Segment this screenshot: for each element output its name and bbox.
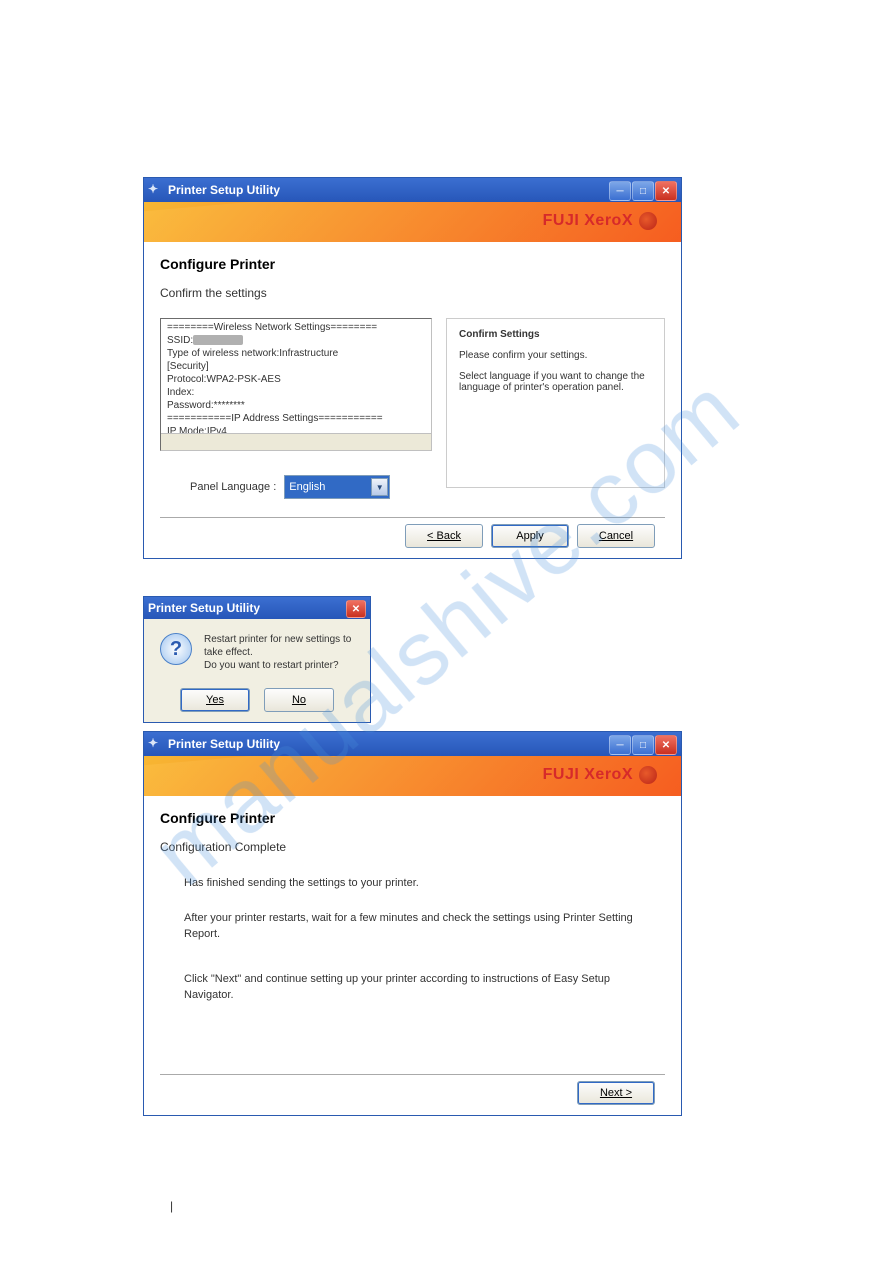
sidebox-line2: Select language if you want to change th… <box>459 371 652 393</box>
dialog-title: Printer Setup Utility <box>148 601 260 615</box>
settings-line: SSID: <box>167 334 425 347</box>
help-sidebox: Confirm Settings Please confirm your set… <box>446 318 665 488</box>
close-button[interactable]: ✕ <box>655 181 677 201</box>
horizontal-scrollbar[interactable] <box>161 433 431 450</box>
footer-mark: | <box>170 1199 173 1213</box>
titlebar: ✦ Printer Setup Utility ─ □ ✕ <box>144 178 681 202</box>
settings-line: Index: <box>167 386 425 399</box>
brand-logo: FUJI XeroX <box>543 766 657 784</box>
window-configure-confirm: ✦ Printer Setup Utility ─ □ ✕ FUJI XeroX… <box>143 177 682 559</box>
sidebox-title: Confirm Settings <box>459 329 652 340</box>
panel-language-label: Panel Language : <box>190 481 276 493</box>
panel-language-select[interactable]: English ▼ <box>284 475 390 499</box>
page-heading: Configure Printer <box>160 256 665 272</box>
sidebox-line1: Please confirm your settings. <box>459 350 652 361</box>
minimize-button[interactable]: ─ <box>609 181 631 201</box>
brand-swirl-icon <box>639 766 657 784</box>
question-icon: ? <box>160 633 192 665</box>
app-icon: ✦ <box>148 736 164 752</box>
dialog-msg-line2: Do you want to restart printer? <box>204 659 354 672</box>
settings-line: Protocol:WPA2-PSK-AES <box>167 373 425 386</box>
page-heading: Configure Printer <box>160 810 665 826</box>
brand-logo: FUJI XeroX <box>543 212 657 230</box>
settings-listbox[interactable]: ========Wireless Network Settings=======… <box>160 318 432 451</box>
yes-button[interactable]: Yes <box>180 688 250 712</box>
cancel-button[interactable]: Cancel <box>577 524 655 548</box>
no-button[interactable]: No <box>264 688 334 712</box>
brand-banner: FUJI XeroX <box>144 756 681 796</box>
settings-line: Type of wireless network:Infrastructure <box>167 347 425 360</box>
restart-dialog: Printer Setup Utility ✕ ? Restart printe… <box>143 596 371 723</box>
settings-line: Password:******** <box>167 399 425 412</box>
settings-line: [Security] <box>167 360 425 373</box>
window-configure-complete: ✦ Printer Setup Utility ─ □ ✕ FUJI XeroX… <box>143 731 682 1116</box>
maximize-button[interactable]: □ <box>632 735 654 755</box>
back-button[interactable]: < Back <box>405 524 483 548</box>
page-subheading: Confirm the settings <box>160 286 665 300</box>
apply-button[interactable]: Apply <box>491 524 569 548</box>
panel-language-value: English <box>289 481 325 493</box>
close-button[interactable]: ✕ <box>346 600 366 618</box>
ssid-redacted <box>193 335 243 345</box>
window-controls: ─ □ ✕ <box>608 181 677 201</box>
brand-banner: FUJI XeroX <box>144 202 681 242</box>
close-button[interactable]: ✕ <box>655 735 677 755</box>
titlebar: ✦ Printer Setup Utility ─ □ ✕ <box>144 732 681 756</box>
window-title: Printer Setup Utility <box>168 737 280 751</box>
settings-line: IP Mode:IPv4 <box>167 425 425 433</box>
chevron-down-icon: ▼ <box>371 478 388 496</box>
next-button[interactable]: Next > <box>577 1081 655 1105</box>
brand-text: FUJI XeroX <box>543 766 633 784</box>
complete-para3: Click "Next" and continue setting up you… <box>184 972 651 1003</box>
window-title: Printer Setup Utility <box>168 183 280 197</box>
complete-para1: Has finished sending the settings to you… <box>184 876 651 891</box>
dialog-msg-line1: Restart printer for new settings to take… <box>204 633 354 659</box>
complete-para2: After your printer restarts, wait for a … <box>184 911 651 942</box>
settings-line: ========Wireless Network Settings=======… <box>167 321 425 334</box>
brand-swirl-icon <box>639 212 657 230</box>
minimize-button[interactable]: ─ <box>609 735 631 755</box>
brand-text: FUJI XeroX <box>543 212 633 230</box>
app-icon: ✦ <box>148 182 164 198</box>
titlebar: Printer Setup Utility ✕ <box>144 597 370 619</box>
settings-line: ===========IP Address Settings==========… <box>167 412 425 425</box>
page-subheading: Configuration Complete <box>160 840 665 854</box>
maximize-button[interactable]: □ <box>632 181 654 201</box>
